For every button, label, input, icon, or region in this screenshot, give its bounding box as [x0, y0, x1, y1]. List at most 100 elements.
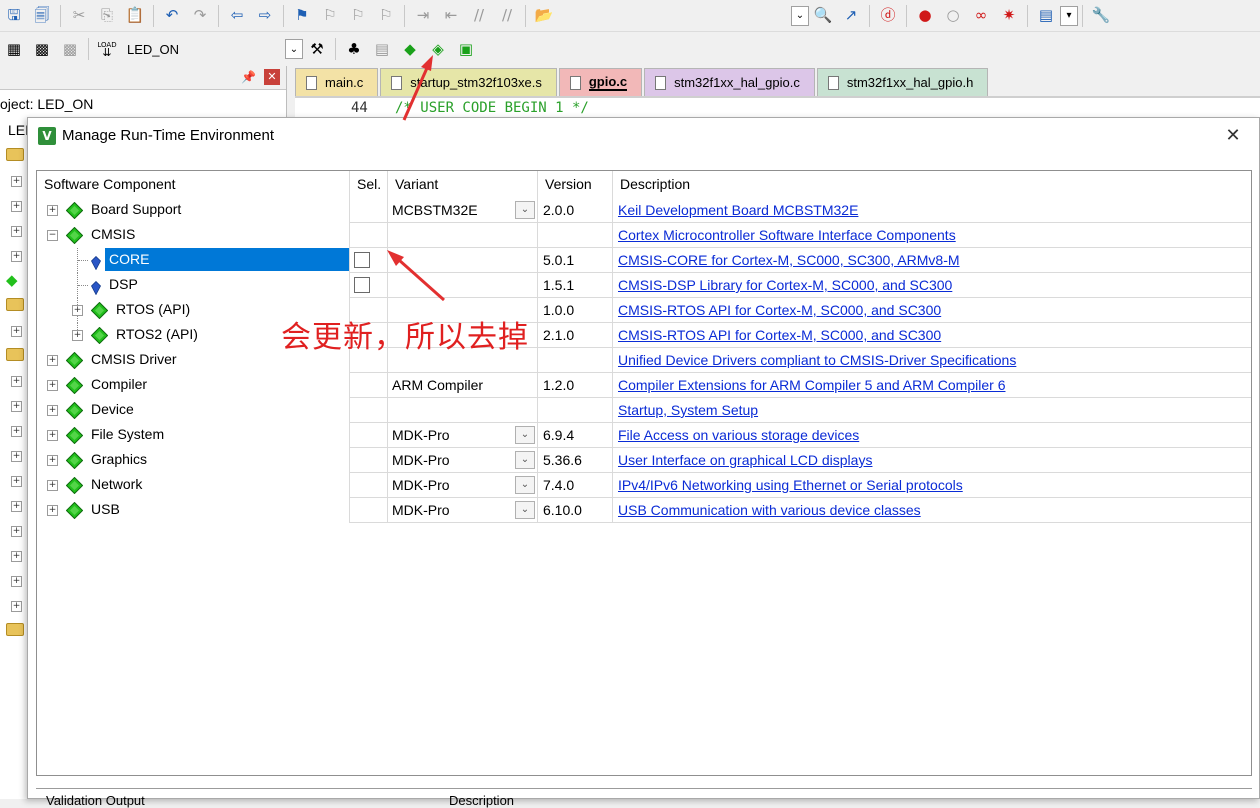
component-label[interactable]: CORE [105, 248, 349, 271]
expand-icon[interactable]: + [11, 526, 22, 537]
expand-icon[interactable]: + [47, 505, 58, 516]
description-link[interactable]: CMSIS-DSP Library for Cortex-M, SC000, a… [618, 277, 952, 293]
expand-icon[interactable]: + [11, 476, 22, 487]
expand-icon[interactable]: + [47, 480, 58, 491]
header-variant[interactable]: Variant [388, 171, 538, 198]
expand-icon[interactable]: + [11, 326, 22, 337]
description-link[interactable]: Cortex Microcontroller Software Interfac… [618, 227, 956, 243]
project-target-label[interactable]: LEI [8, 122, 29, 138]
target-dropdown-icon[interactable]: ⌄ [285, 39, 303, 59]
component-row[interactable]: + CMSIS Driver Unified Device Drivers comp… [37, 348, 1251, 373]
select-checkbox[interactable] [354, 277, 370, 293]
uncomment-icon[interactable]: ∕∕ [496, 5, 518, 27]
description-link[interactable]: USB Communication with various device cl… [618, 502, 921, 518]
variant-cell[interactable]: MDK-Pro ⌄ [388, 423, 538, 448]
cut-icon[interactable]: ✂ [68, 5, 90, 27]
expand-icon[interactable]: + [11, 451, 22, 462]
editor-tab[interactable]: stm32f1xx_hal_gpio.h [816, 68, 989, 96]
description-link[interactable]: IPv4/IPv6 Networking using Ethernet or S… [618, 477, 963, 493]
find-in-files-icon[interactable]: 📂 [533, 5, 555, 27]
code-editor[interactable]: 44 /* USER CODE BEGIN 1 */ [295, 96, 1260, 118]
debug-session-icon[interactable]: ⓓ [877, 5, 899, 27]
expand-icon[interactable]: + [11, 201, 22, 212]
find-combo-dropdown-icon[interactable]: ⌄ [791, 5, 809, 26]
variant-cell[interactable]: MCBSTM32E ⌄ [388, 198, 538, 223]
insert-breakpoint-icon[interactable]: ● [914, 5, 936, 27]
component-row[interactable]: + Network MDK-Pro ⌄ 7.4.0 IPv4/IPv6 Networkin… [37, 473, 1251, 498]
expand-icon[interactable]: + [47, 405, 58, 416]
clear-bookmarks-icon[interactable]: ⚐ [375, 5, 397, 27]
component-label[interactable]: CMSIS Driver [87, 348, 181, 371]
description-link[interactable]: CMSIS-CORE for Cortex-M, SC000, SC300, A… [618, 252, 960, 268]
editor-tab[interactable]: startup_stm32f103xe.s [380, 68, 557, 96]
component-label[interactable]: File System [87, 423, 168, 446]
component-row[interactable]: − CMSIS Cortex Microcontroller Software In… [37, 223, 1251, 248]
expand-icon[interactable]: + [11, 551, 22, 562]
close-button[interactable]: ✕ [1221, 124, 1245, 148]
component-label[interactable]: DSP [105, 273, 142, 296]
prev-bookmark-icon[interactable]: ⚐ [319, 5, 341, 27]
description-link[interactable]: File Access on various storage devices [618, 427, 859, 443]
description-link[interactable]: User Interface on graphical LCD displays [618, 452, 872, 468]
variant-cell[interactable]: MDK-Pro ⌄ [388, 498, 538, 523]
variant-dropdown-icon[interactable]: ⌄ [515, 451, 535, 469]
expand-icon[interactable]: + [11, 576, 22, 587]
collapse-icon[interactable]: − [47, 230, 58, 241]
redo-icon[interactable]: ↷ [189, 5, 211, 27]
window-layout-icon[interactable]: ▤ [1035, 5, 1057, 27]
expand-icon[interactable]: + [11, 226, 22, 237]
pin-icon[interactable]: 📌 [241, 70, 256, 84]
expand-icon[interactable]: + [47, 355, 58, 366]
disable-all-breakpoints-icon[interactable]: ∞ [970, 5, 992, 27]
component-row[interactable]: CORE 5.0.1 CMSIS-CORE for Cortex-M, SC000,… [37, 248, 1251, 273]
component-row[interactable]: + Device Startup, System Setup [37, 398, 1251, 423]
variant-dropdown-icon[interactable]: ⌄ [515, 501, 535, 519]
navigate-back-icon[interactable]: ⇦ [226, 5, 248, 27]
file-extensions-icon[interactable]: ♣ [343, 38, 365, 60]
manage-multi-project-icon[interactable]: ▤ [371, 38, 393, 60]
component-label[interactable]: RTOS2 (API) [112, 323, 202, 346]
component-label[interactable]: Device [87, 398, 138, 421]
expand-icon[interactable]: + [11, 251, 22, 262]
save-all-icon[interactable]: 🗐 [31, 5, 53, 27]
editor-tab[interactable]: stm32f1xx_hal_gpio.c [644, 68, 815, 96]
expand-icon[interactable]: + [72, 330, 83, 341]
component-label[interactable]: Compiler [87, 373, 151, 396]
component-row[interactable]: + File System MDK-Pro ⌄ 6.9.4 File Access on … [37, 423, 1251, 448]
component-row[interactable]: + RTOS (API) 1.0.0 CMSIS-RTOS API for Corte… [37, 298, 1251, 323]
header-description[interactable]: Description [613, 171, 1251, 198]
disable-breakpoint-icon[interactable]: ○ [942, 5, 964, 27]
rebuild-icon[interactable]: ▩ [59, 38, 81, 60]
target-select[interactable]: LED_ON [127, 42, 277, 57]
copy-icon[interactable]: ⎘ [96, 5, 118, 27]
expand-icon[interactable]: + [47, 430, 58, 441]
code-line[interactable]: /* USER CODE BEGIN 1 */ [395, 100, 589, 116]
target-options-icon[interactable]: ⚒ [306, 38, 328, 60]
component-row[interactable]: + Graphics MDK-Pro ⌄ 5.36.6 User Interface on… [37, 448, 1251, 473]
variant-cell[interactable]: MDK-Pro ⌄ [388, 448, 538, 473]
header-software-component[interactable]: Software Component [37, 171, 350, 198]
variant-dropdown-icon[interactable]: ⌄ [515, 201, 535, 219]
variant-cell[interactable]: MDK-Pro ⌄ [388, 473, 538, 498]
select-checkbox[interactable] [354, 252, 370, 268]
expand-icon[interactable]: + [72, 305, 83, 316]
kill-all-breakpoints-icon[interactable]: ✷ [998, 5, 1020, 27]
variant-dropdown-icon[interactable]: ⌄ [515, 476, 535, 494]
component-row[interactable]: + RTOS2 (API) 2.1.0 CMSIS-RTOS API for Cort… [37, 323, 1251, 348]
header-sel[interactable]: Sel. [350, 171, 388, 198]
editor-tab[interactable]: main.c [295, 68, 379, 96]
expand-icon[interactable]: + [47, 205, 58, 216]
configure-icon[interactable]: 🔧 [1090, 5, 1112, 27]
window-layout-dropdown-icon[interactable]: ▾ [1060, 5, 1078, 26]
select-packs-icon[interactable]: ◈ [427, 38, 449, 60]
next-bookmark-icon[interactable]: ⚐ [347, 5, 369, 27]
manage-run-time-environment-icon[interactable]: ◆ [399, 38, 421, 60]
comment-icon[interactable]: // [468, 5, 490, 27]
component-label[interactable]: CMSIS [87, 223, 139, 246]
expand-icon[interactable]: + [47, 380, 58, 391]
component-label[interactable]: Board Support [87, 198, 185, 221]
translate-icon[interactable]: ▦ [3, 38, 25, 60]
build-icon[interactable]: ▩ [31, 38, 53, 60]
save-icon[interactable]: 🖫 [3, 5, 25, 27]
pack-installer-icon[interactable]: ▣ [455, 38, 477, 60]
